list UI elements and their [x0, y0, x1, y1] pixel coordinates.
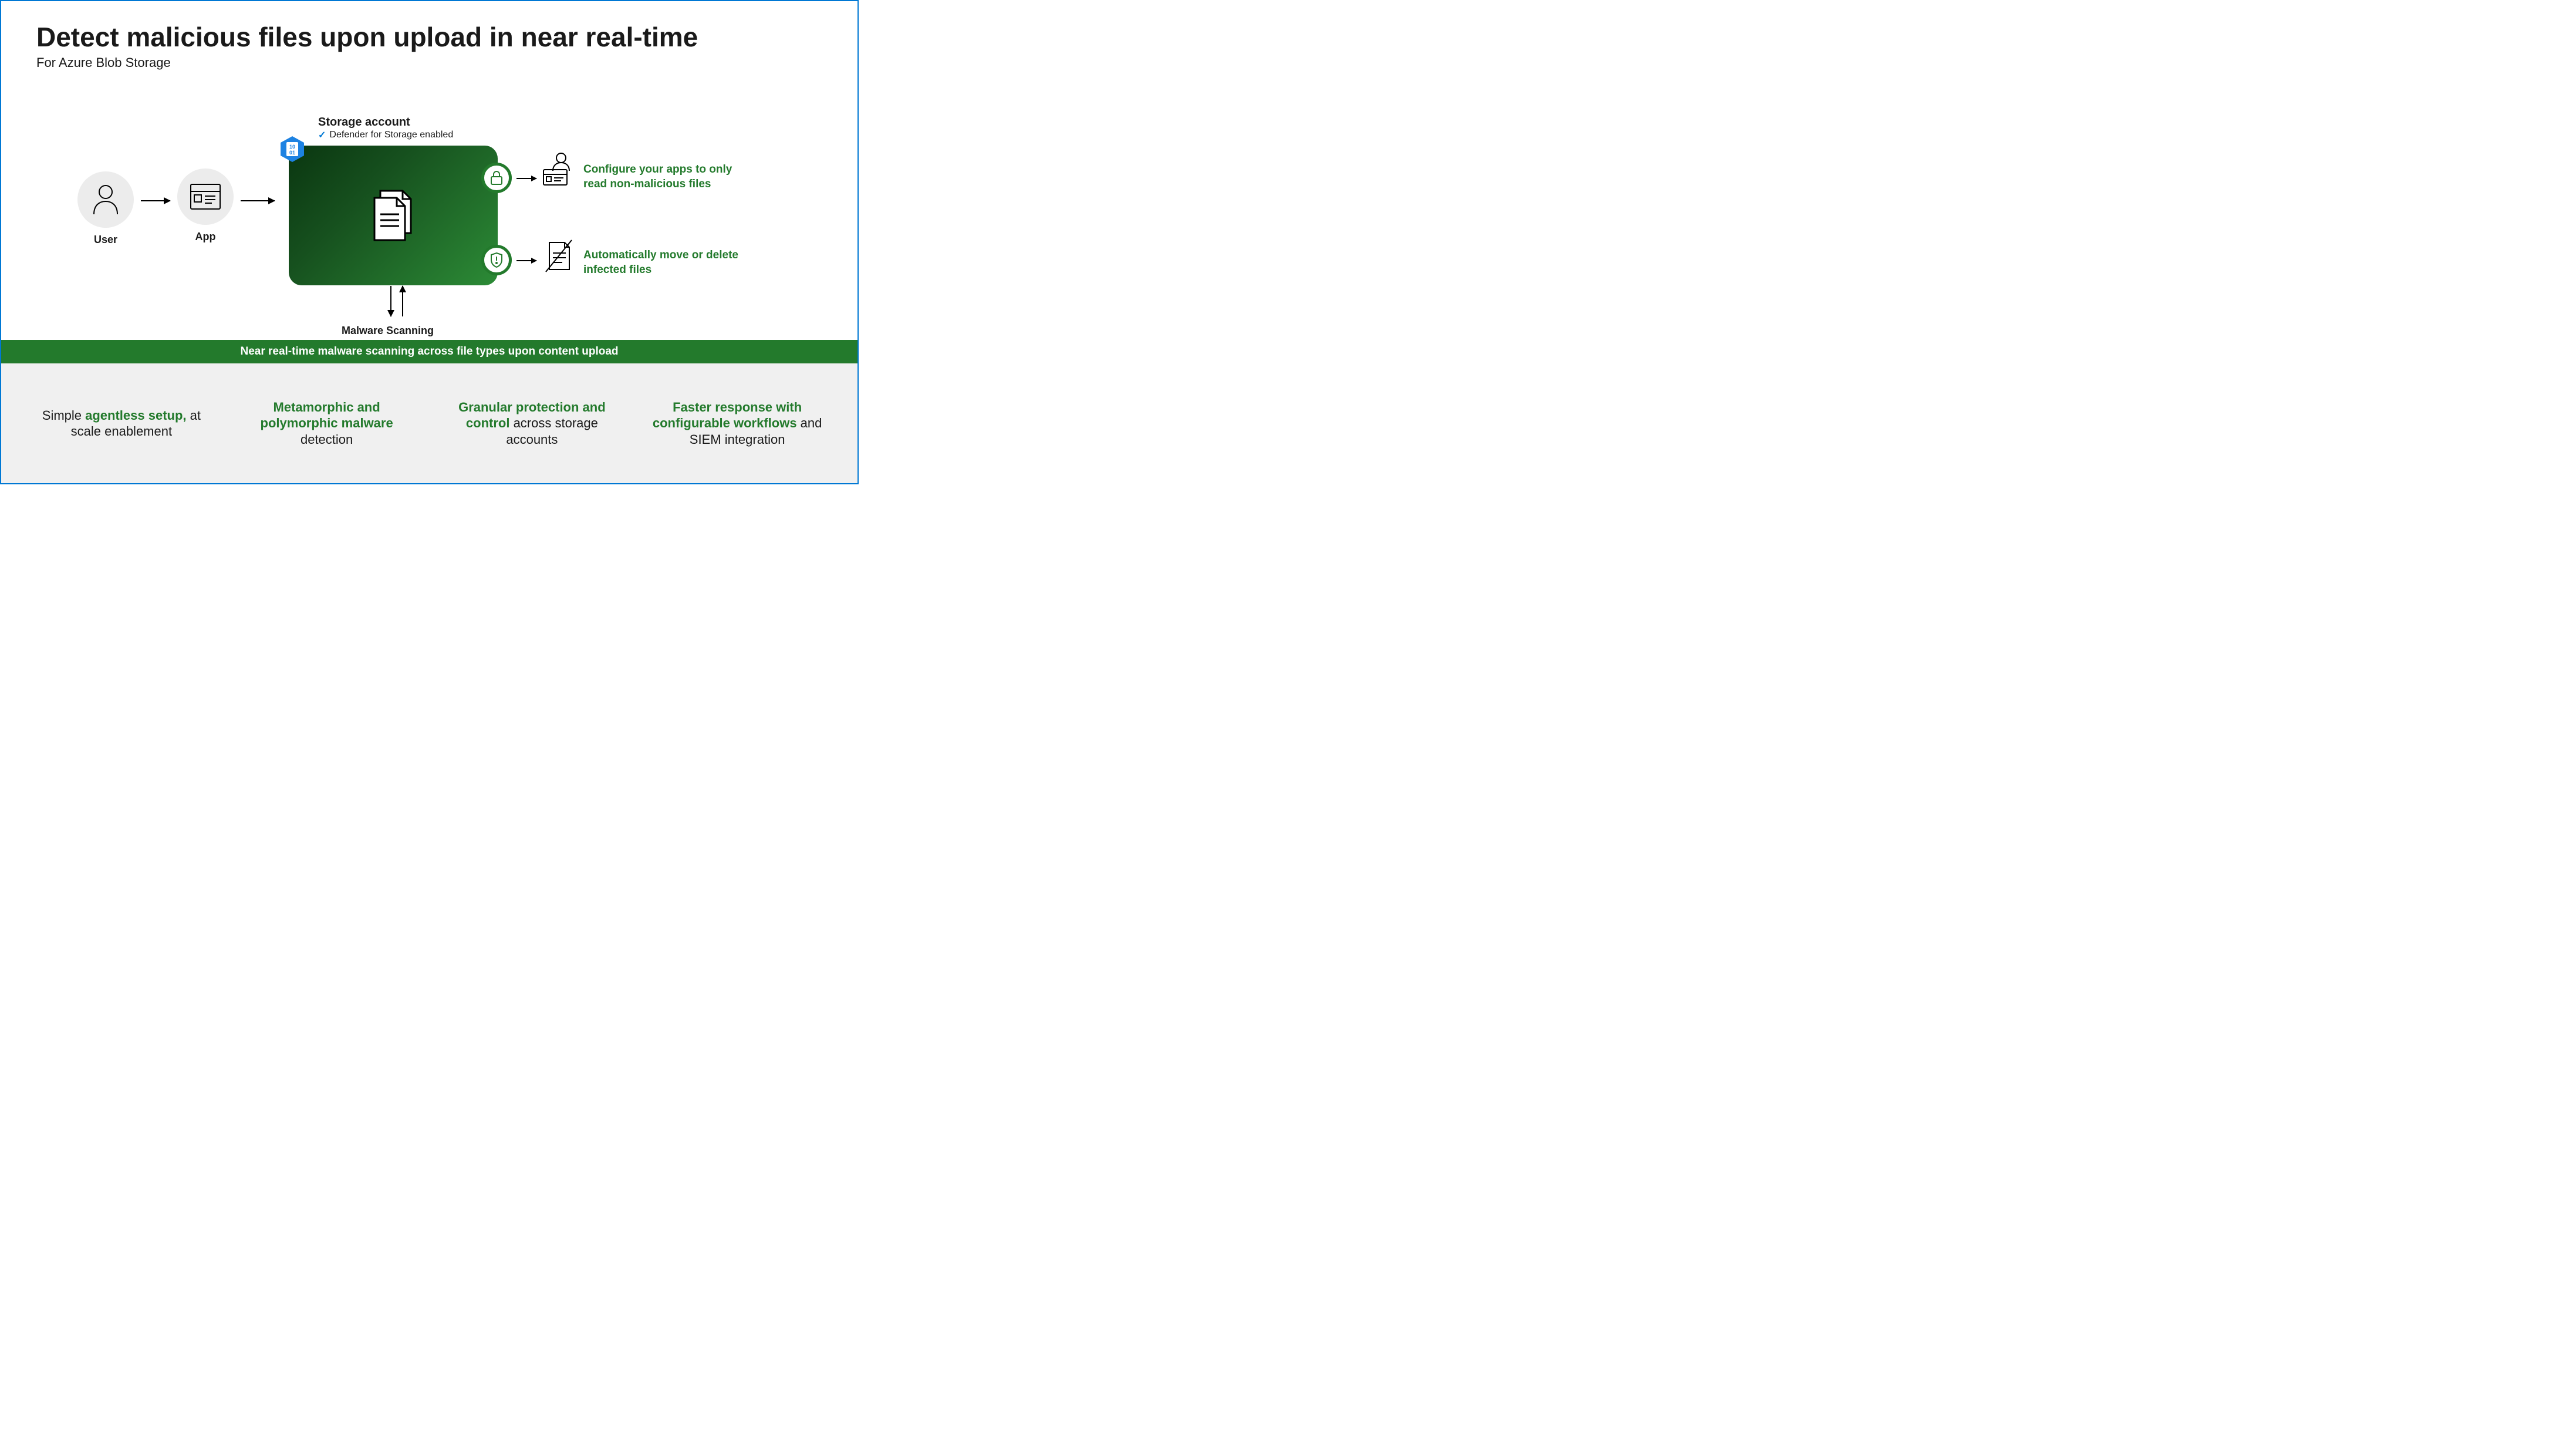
- user-app-icon: [540, 153, 573, 186]
- svg-text:01: 01: [289, 150, 295, 156]
- feature-bold: Metamorphic and polymorphic malware: [261, 400, 393, 431]
- app-icon: [177, 168, 234, 225]
- lock-icon: [489, 170, 504, 186]
- user-icon: [77, 171, 134, 228]
- slide: Detect malicious files upon upload in ne…: [0, 0, 859, 484]
- arrow-icon: [241, 200, 275, 201]
- slide-title: Detect malicious files upon upload in ne…: [36, 22, 822, 53]
- slide-subtitle: For Azure Blob Storage: [36, 55, 822, 70]
- feature-bold: Faster response with configurable workfl…: [653, 400, 802, 431]
- malware-scanning-label: Malware Scanning: [342, 325, 434, 337]
- lock-badge: [481, 163, 512, 193]
- arrow-icon: [516, 260, 536, 261]
- arrow-icon: [516, 178, 536, 179]
- banner: Near real-time malware scanning across f…: [1, 340, 857, 363]
- output-configure-text: Configure your apps to only read non-mal…: [583, 163, 748, 191]
- shield-alert-icon: [489, 252, 504, 268]
- user-label: User: [77, 234, 134, 246]
- file-crossed-icon: [542, 240, 575, 273]
- feature-bold: agentless setup,: [85, 408, 186, 423]
- storage-status-text: Defender for Storage enabled: [329, 130, 453, 140]
- storage-box: 10 01: [289, 146, 498, 285]
- features-row: Simple agentless setup, at scale enablem…: [1, 363, 857, 483]
- title-prefix: Detect malicious files upon upload in: [36, 22, 521, 52]
- files-icon: [369, 187, 418, 244]
- feature-malware-detection: Metamorphic and polymorphic malware dete…: [236, 399, 418, 448]
- banner-text: Near real-time malware scanning across f…: [240, 345, 618, 358]
- check-icon: ✓: [318, 129, 326, 141]
- bidirectional-arrow-icon: [374, 286, 421, 322]
- feature-faster-response: Faster response with configurable workfl…: [646, 399, 828, 448]
- feature-text: Simple: [42, 408, 85, 423]
- arrow-icon: [141, 200, 170, 201]
- shield-badge: [481, 245, 512, 275]
- flow-diagram: User App Storage account ✓ Defend: [1, 104, 857, 339]
- user-node: User: [77, 171, 134, 246]
- storage-title: Storage account: [318, 116, 500, 129]
- feature-text: across storage accounts: [506, 416, 598, 447]
- feature-text: detection: [301, 432, 353, 447]
- header: Detect malicious files upon upload in ne…: [1, 1, 857, 70]
- hexagon-binary-icon: 10 01: [278, 135, 306, 163]
- feature-agentless: Simple agentless setup, at scale enablem…: [31, 407, 212, 440]
- svg-text:10: 10: [289, 144, 295, 150]
- app-label: App: [177, 231, 234, 243]
- title-bold: near real-time: [521, 22, 698, 52]
- app-node: App: [177, 168, 234, 243]
- storage-account-node: Storage account ✓ Defender for Storage e…: [289, 116, 500, 285]
- feature-granular-control: Granular protection and control across s…: [441, 399, 623, 448]
- output-move-delete-text: Automatically move or delete infected fi…: [583, 248, 748, 277]
- storage-status: ✓ Defender for Storage enabled: [318, 129, 500, 141]
